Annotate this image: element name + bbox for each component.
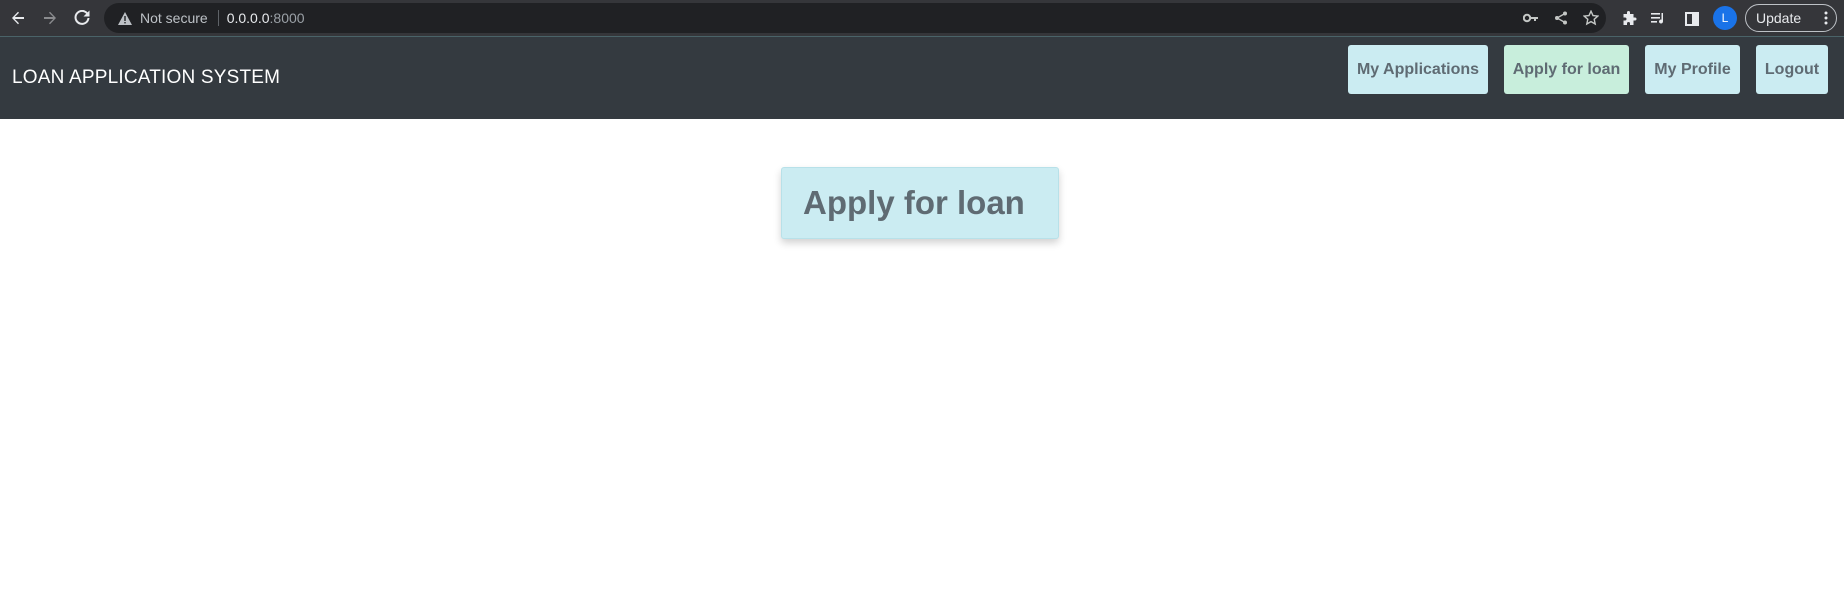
security-status[interactable]: Not secure xyxy=(140,10,208,26)
update-label: Update xyxy=(1756,10,1802,26)
nav-my-applications-button[interactable]: My Applications xyxy=(1348,45,1488,94)
page-title: Apply for loan xyxy=(781,167,1059,239)
extensions-icon[interactable] xyxy=(1616,6,1642,32)
nav-apply-for-loan-button[interactable]: Apply for loan xyxy=(1504,45,1629,94)
share-icon[interactable] xyxy=(1546,3,1576,33)
profile-avatar[interactable]: L xyxy=(1713,6,1737,30)
forward-icon[interactable] xyxy=(38,6,62,30)
browser-toolbar: Not secure 0.0.0.0:8000 L Update xyxy=(0,0,1844,37)
warning-icon xyxy=(116,9,134,27)
reading-list-icon[interactable] xyxy=(1646,6,1672,32)
reload-icon[interactable] xyxy=(70,6,94,30)
url-port: :8000 xyxy=(269,10,305,26)
app-navbar: LOAN APPLICATION SYSTEM My Applications … xyxy=(0,37,1844,119)
nav-my-profile-button[interactable]: My Profile xyxy=(1645,45,1740,94)
update-button[interactable]: Update xyxy=(1745,4,1837,32)
more-vert-icon xyxy=(1824,11,1828,28)
back-icon[interactable] xyxy=(6,6,30,30)
address-bar[interactable]: Not secure 0.0.0.0:8000 xyxy=(104,3,1606,33)
star-icon[interactable] xyxy=(1576,3,1606,33)
url-host: 0.0.0.0 xyxy=(226,10,270,26)
nav-logout-button[interactable]: Logout xyxy=(1756,45,1828,94)
divider xyxy=(217,10,219,26)
key-icon[interactable] xyxy=(1516,3,1546,33)
side-panel-icon[interactable] xyxy=(1679,6,1705,32)
brand-title[interactable]: LOAN APPLICATION SYSTEM xyxy=(12,67,280,89)
